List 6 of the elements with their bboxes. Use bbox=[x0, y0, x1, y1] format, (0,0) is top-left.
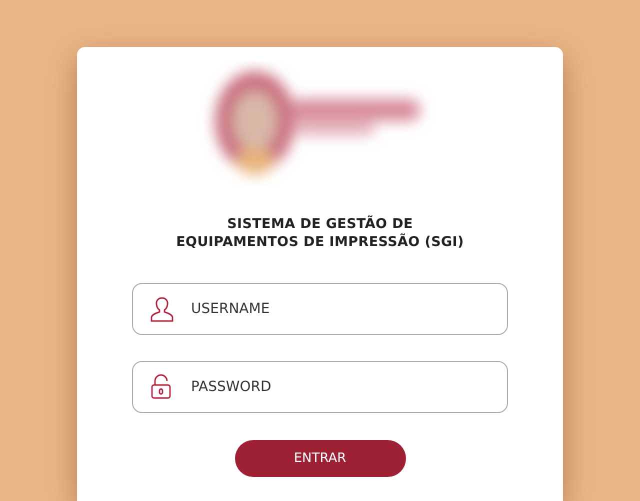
app-title: SISTEMA DE GESTÃO DE EQUIPAMENTOS DE IMPRESSÃO (SGI) bbox=[176, 215, 464, 251]
login-button[interactable]: ENTRAR bbox=[234, 440, 406, 477]
user-icon bbox=[150, 296, 174, 322]
padlock-icon bbox=[150, 374, 172, 400]
password-field[interactable]: PASSWORD bbox=[132, 361, 508, 413]
username-field[interactable]: USERNAME bbox=[132, 283, 508, 335]
